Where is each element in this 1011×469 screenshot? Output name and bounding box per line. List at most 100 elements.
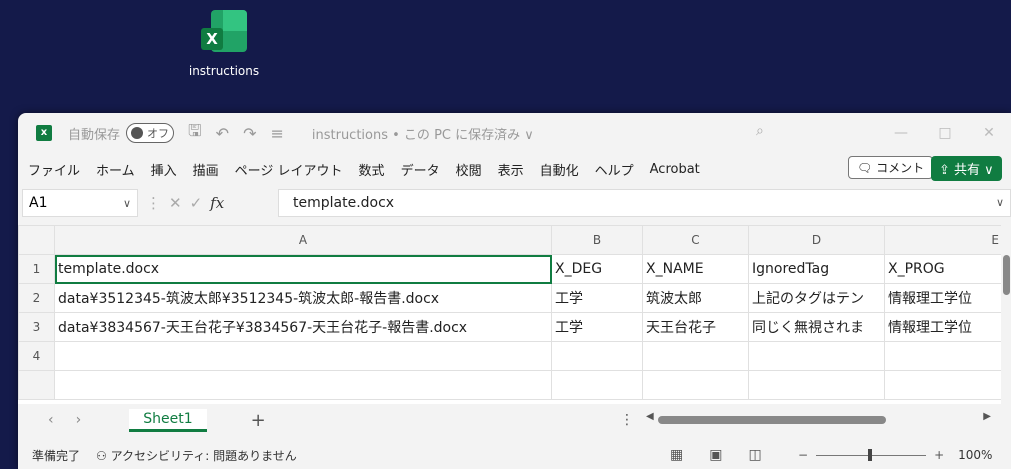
name-box[interactable]: A1 ∨ (22, 189, 138, 217)
sheet-tab-bar: ‹ › Sheet1 + ⋮ ◀ ▶ (18, 404, 1011, 436)
cell[interactable] (748, 370, 885, 400)
close-icon[interactable]: ✕ (967, 113, 1011, 153)
cell[interactable]: 同じく無視されま (748, 312, 885, 342)
tab-insert[interactable]: 挿入 (143, 160, 185, 179)
cell[interactable] (54, 370, 552, 400)
zoom-slider[interactable] (816, 448, 927, 461)
tab-acrobat[interactable]: Acrobat (642, 162, 708, 177)
cell[interactable]: 工学 (551, 283, 643, 313)
horizontal-scrollbar[interactable]: ◀ ▶ (646, 411, 991, 424)
cell[interactable]: 筑波太郎 (642, 283, 749, 313)
prev-sheet-icon[interactable]: ‹ (48, 412, 54, 428)
column-header[interactable]: C (642, 225, 749, 255)
more-options-icon[interactable]: ⋮ (620, 412, 634, 428)
cancel-icon[interactable]: ✕ (169, 194, 182, 212)
autosave-label: 自動保存 (68, 127, 121, 143)
status-ready: 準備完了 (32, 448, 81, 463)
tab-draw[interactable]: 描画 (185, 160, 227, 179)
cell[interactable]: 情報理工学位 (884, 312, 1003, 342)
autosave-toggle[interactable]: オフ (126, 123, 175, 143)
add-sheet-icon[interactable]: + (251, 410, 266, 431)
comments-button[interactable]: 🗨 コメント (848, 156, 934, 179)
zoom-out-icon[interactable]: − (798, 448, 808, 462)
spreadsheet-grid[interactable]: A B C D E 1 template.docx X_DEG X_NAME I… (18, 225, 1011, 404)
search-icon[interactable]: ⌕ (756, 123, 764, 139)
cell[interactable]: 天王台花子 (642, 312, 749, 342)
maximize-icon[interactable]: □ (923, 113, 967, 153)
column-header[interactable]: D (748, 225, 885, 255)
customize-toolbar-icon[interactable]: ≡ (270, 124, 283, 143)
tab-page-layout[interactable]: ページ レイアウト (227, 160, 351, 179)
next-sheet-icon[interactable]: › (76, 412, 82, 428)
formula-bar: A1 ∨ ⋮ ✕ ✓ fx template.docx ∨ (18, 185, 1011, 221)
cell[interactable] (54, 341, 552, 371)
cell[interactable] (551, 370, 643, 400)
cell[interactable]: data¥3512345-筑波太郎¥3512345-筑波太郎-報告書.docx (54, 283, 552, 313)
share-button[interactable]: ⇪ 共有 ∨ (931, 156, 1002, 181)
document-title[interactable]: instructions • この PC に保存済み ∨ (312, 124, 534, 143)
row-header[interactable]: 1 (18, 254, 55, 284)
select-all-corner[interactable] (18, 225, 55, 255)
cell[interactable]: 上記のタグはテン (748, 283, 885, 313)
cell[interactable]: template.docx (54, 254, 552, 284)
cell[interactable] (551, 341, 643, 371)
name-box-value: A1 (29, 195, 48, 211)
minimize-icon[interactable]: — (879, 113, 923, 153)
normal-view-icon[interactable]: ▦ (670, 447, 683, 463)
cell[interactable]: data¥3834567-天王台花子¥3834567-天王台花子-報告書.doc… (54, 312, 552, 342)
desktop-file-label: instructions (188, 64, 260, 78)
table-row (18, 370, 1003, 400)
table-row: 2 data¥3512345-筑波太郎¥3512345-筑波太郎-報告書.doc… (18, 283, 1003, 313)
tab-help[interactable]: ヘルプ (587, 160, 642, 179)
expand-formula-icon[interactable]: ∨ (996, 190, 1004, 216)
page-layout-view-icon[interactable]: ▣ (709, 447, 722, 463)
tab-formulas[interactable]: 数式 (351, 160, 393, 179)
cell[interactable]: X_NAME (642, 254, 749, 284)
tab-file[interactable]: ファイル (18, 160, 88, 179)
zoom-in-icon[interactable]: + (934, 448, 944, 462)
row-header[interactable]: 2 (18, 283, 55, 313)
zoom-level[interactable]: 100% (958, 448, 992, 462)
desktop-file-instructions[interactable]: X instructions (176, 8, 272, 78)
tab-automate[interactable]: 自動化 (532, 160, 587, 179)
chevron-down-icon[interactable]: ∨ (123, 197, 131, 210)
cell[interactable]: 工学 (551, 312, 643, 342)
cell[interactable] (884, 341, 1003, 371)
cell[interactable]: X_PROG (884, 254, 1003, 284)
row-header[interactable] (18, 370, 55, 400)
excel-file-icon: X (199, 8, 249, 58)
tab-review[interactable]: 校閲 (448, 160, 490, 179)
page-break-view-icon[interactable]: ◫ (748, 447, 761, 463)
more-options-icon[interactable]: ⋮ (146, 194, 161, 212)
enter-icon[interactable]: ✓ (190, 194, 203, 212)
column-header-row: A B C D E (18, 225, 1003, 255)
cell[interactable]: IgnoredTag (748, 254, 885, 284)
cell[interactable] (642, 370, 749, 400)
tab-home[interactable]: ホーム (88, 160, 143, 179)
undo-icon[interactable]: ↶ (216, 124, 229, 143)
accessibility-status[interactable]: ⚇ アクセシビリティ: 問題ありません (96, 447, 297, 464)
column-header[interactable]: B (551, 225, 643, 255)
tab-view[interactable]: 表示 (490, 160, 532, 179)
cell[interactable] (884, 370, 1003, 400)
tab-data[interactable]: データ (393, 160, 448, 179)
cell[interactable]: 情報理工学位 (884, 283, 1003, 313)
row-header[interactable]: 3 (18, 312, 55, 342)
ribbon-tabs: ファイル ホーム 挿入 描画 ページ レイアウト 数式 データ 校閲 表示 自動… (18, 153, 1011, 185)
column-header[interactable]: E (884, 225, 1003, 255)
insert-function-icon[interactable]: fx (210, 194, 224, 212)
sheet-tab[interactable]: Sheet1 (129, 408, 207, 432)
cell[interactable]: X_DEG (551, 254, 643, 284)
excel-window: x 自動保存 オフ 🖫 ↶ ↷ ≡ instructions • この PC に… (18, 113, 1011, 469)
scroll-left-icon[interactable]: ◀ (646, 411, 654, 422)
cell[interactable] (642, 341, 749, 371)
column-header[interactable]: A (54, 225, 552, 255)
save-icon[interactable]: 🖫 (188, 120, 202, 147)
row-header[interactable]: 4 (18, 341, 55, 371)
vertical-scrollbar[interactable] (1001, 225, 1011, 404)
cell[interactable] (748, 341, 885, 371)
redo-icon[interactable]: ↷ (243, 124, 256, 143)
formula-input[interactable]: template.docx ∨ (278, 189, 1011, 217)
excel-logo-icon: x (36, 125, 52, 141)
scroll-right-icon[interactable]: ▶ (983, 411, 991, 422)
